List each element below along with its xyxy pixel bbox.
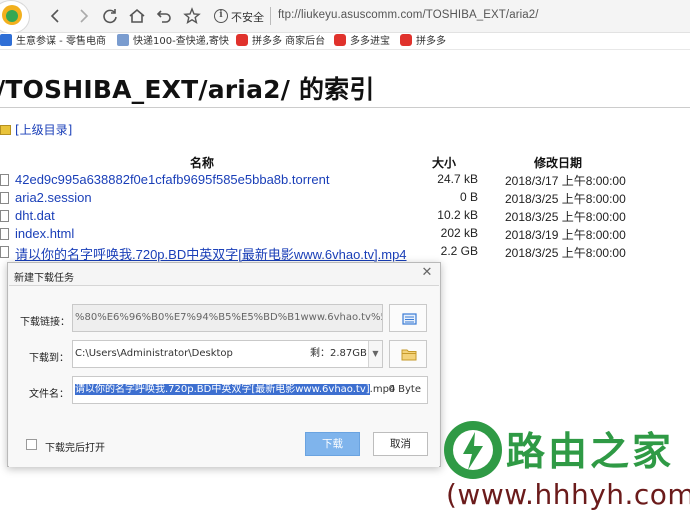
new-download-dialog: 新建下载任务 ✕ 下载链接： %80%E6%96%B0%E7%94%B5%E5%… [7, 262, 441, 467]
dialog-body: 下载链接： %80%E6%96%B0%E7%94%B5%E5%BD%B1www.… [9, 285, 439, 467]
file-date: 2018/3/19 上午8:00:00 [505, 228, 626, 242]
pinduoduo-icon [236, 34, 248, 46]
back-icon[interactable] [45, 5, 67, 27]
file-icon [0, 174, 9, 186]
free-space: 剩：2.87GB [310, 348, 367, 359]
file-icon [0, 246, 9, 258]
column-header-name[interactable]: 名称 [190, 154, 214, 171]
open-after-download-checkbox[interactable] [26, 439, 37, 450]
column-header-date[interactable]: 修改日期 [534, 154, 582, 171]
file-size: 24.7 kB [437, 172, 478, 186]
home-icon[interactable] [126, 5, 148, 27]
file-date: 2018/3/17 上午8:00:00 [505, 174, 626, 188]
parent-directory-label: [上级目录] [15, 123, 73, 137]
bookmark-item[interactable]: 生意参谋 - 零售电商 [0, 34, 106, 48]
watermark-url: (www.hhhyh.com) [446, 478, 690, 511]
undo-icon[interactable] [153, 5, 175, 27]
pinduoduo-icon [334, 34, 346, 46]
file-row: aria2.session 0 B 2018/3/25 上午8:00:00 [0, 190, 690, 208]
browser-tab-icon[interactable] [0, 0, 30, 34]
security-status[interactable]: 不安全 [231, 9, 264, 25]
filename-input[interactable]: 请以你的名字呼唤我.720p.BD中英双字[最新电影www.6vhao.tv].… [72, 376, 428, 404]
file-size-value: 0 Byte [388, 384, 421, 395]
link-list-button[interactable] [389, 304, 427, 332]
save-path-combobox[interactable]: C:\Users\Administrator\Desktop 剩：2.87GB … [72, 340, 383, 368]
link-label: 下载链接： [20, 317, 70, 328]
bookmark-label: 多多进宝 [350, 36, 390, 47]
address-bar[interactable]: ftp://liukeyu.asuscomm.com/TOSHIBA_EXT/a… [278, 9, 539, 21]
open-after-download-label: 下载完后打开 [45, 443, 105, 454]
watermark-name: 路由之家 [506, 430, 675, 475]
list-icon [402, 313, 417, 325]
file-link[interactable]: 请以你的名字呼唤我.720p.BD中英双字[最新电影www.6vhao.tv].… [15, 244, 407, 263]
file-link[interactable]: index.html [15, 226, 74, 241]
file-row: 请以你的名字呼唤我.720p.BD中英双字[最新电影www.6vhao.tv].… [0, 244, 690, 262]
file-icon [0, 228, 9, 240]
pinduoduo-icon [400, 34, 412, 46]
bookmark-item[interactable]: 拼多多 商家后台 [236, 34, 325, 48]
globe-icon [0, 34, 12, 46]
path-label: 下载到： [29, 353, 69, 364]
bookmark-label: 拼多多 [416, 36, 446, 47]
file-date: 2018/3/25 上午8:00:00 [505, 192, 626, 206]
file-row: index.html 202 kB 2018/3/19 上午8:00:00 [0, 226, 690, 244]
parent-directory-link[interactable]: [上级目录] [0, 121, 72, 138]
bookmark-label: 拼多多 商家后台 [252, 36, 326, 47]
address-divider [270, 7, 271, 25]
file-size: 2.2 GB [440, 244, 478, 258]
cancel-button[interactable]: 取消 [373, 432, 428, 456]
file-date: 2018/3/25 上午8:00:00 [505, 246, 626, 260]
download-button[interactable]: 下载 [305, 432, 360, 456]
folder-icon [401, 349, 417, 361]
browser-toolbar: i 不安全 ftp://liukeyu.asuscomm.com/TOSHIBA… [0, 0, 690, 34]
file-link[interactable]: 42ed9c995a638882f0e1cfafb9695f585e5bba8b… [15, 172, 329, 187]
reload-icon[interactable] [99, 5, 121, 27]
forward-icon[interactable] [72, 5, 94, 27]
file-link[interactable]: dht.dat [15, 208, 55, 223]
filename-selection: 请以你的名字呼唤我.720p.BD中英双字[最新电影www.6vhao.tv] [75, 384, 370, 395]
file-icon [0, 192, 9, 204]
file-link[interactable]: aria2.session [15, 190, 92, 205]
bookmark-label: 生意参谋 - 零售电商 [16, 36, 106, 47]
file-size: 10.2 kB [437, 208, 478, 222]
file-icon [0, 210, 9, 222]
dialog-title: 新建下载任务 [14, 273, 74, 284]
close-icon[interactable]: ✕ [420, 266, 434, 280]
browse-folder-button[interactable] [389, 340, 427, 368]
title-divider [0, 107, 690, 108]
file-row: 42ed9c995a638882f0e1cfafb9695f585e5bba8b… [0, 172, 690, 190]
file-size: 202 kB [440, 226, 478, 240]
bookmark-star-icon[interactable] [181, 5, 203, 27]
bookmark-item[interactable]: 拼多多 [400, 34, 446, 48]
router-home-logo-icon [444, 421, 502, 479]
file-row: dht.dat 10.2 kB 2018/3/25 上午8:00:00 [0, 208, 690, 226]
folder-up-icon [0, 125, 11, 135]
info-icon[interactable]: i [214, 9, 228, 23]
bookmark-item[interactable]: 多多进宝 [334, 34, 390, 48]
file-size: 0 B [459, 190, 478, 204]
bookmarks-bar: 生意参谋 - 零售电商 快递100-查快递,寄快 拼多多 商家后台 多多进宝 拼… [0, 33, 690, 50]
column-header-size[interactable]: 大小 [432, 154, 456, 171]
download-link-field[interactable]: %80%E6%96%B0%E7%94%B5%E5%BD%B1www.6vhao.… [72, 304, 383, 332]
file-date: 2018/3/25 上午8:00:00 [505, 210, 626, 224]
page-title: /TOSHIBA_EXT/aria2/ 的索引 [0, 75, 375, 104]
save-path-value: C:\Users\Administrator\Desktop [75, 348, 233, 359]
chevron-down-icon[interactable]: ▼ [368, 341, 382, 367]
bookmark-label: 快递100-查快递,寄快 [133, 36, 229, 47]
bookmark-item[interactable]: 快递100-查快递,寄快 [117, 34, 229, 48]
filename-label: 文件名： [29, 389, 69, 400]
package-icon [117, 34, 129, 46]
